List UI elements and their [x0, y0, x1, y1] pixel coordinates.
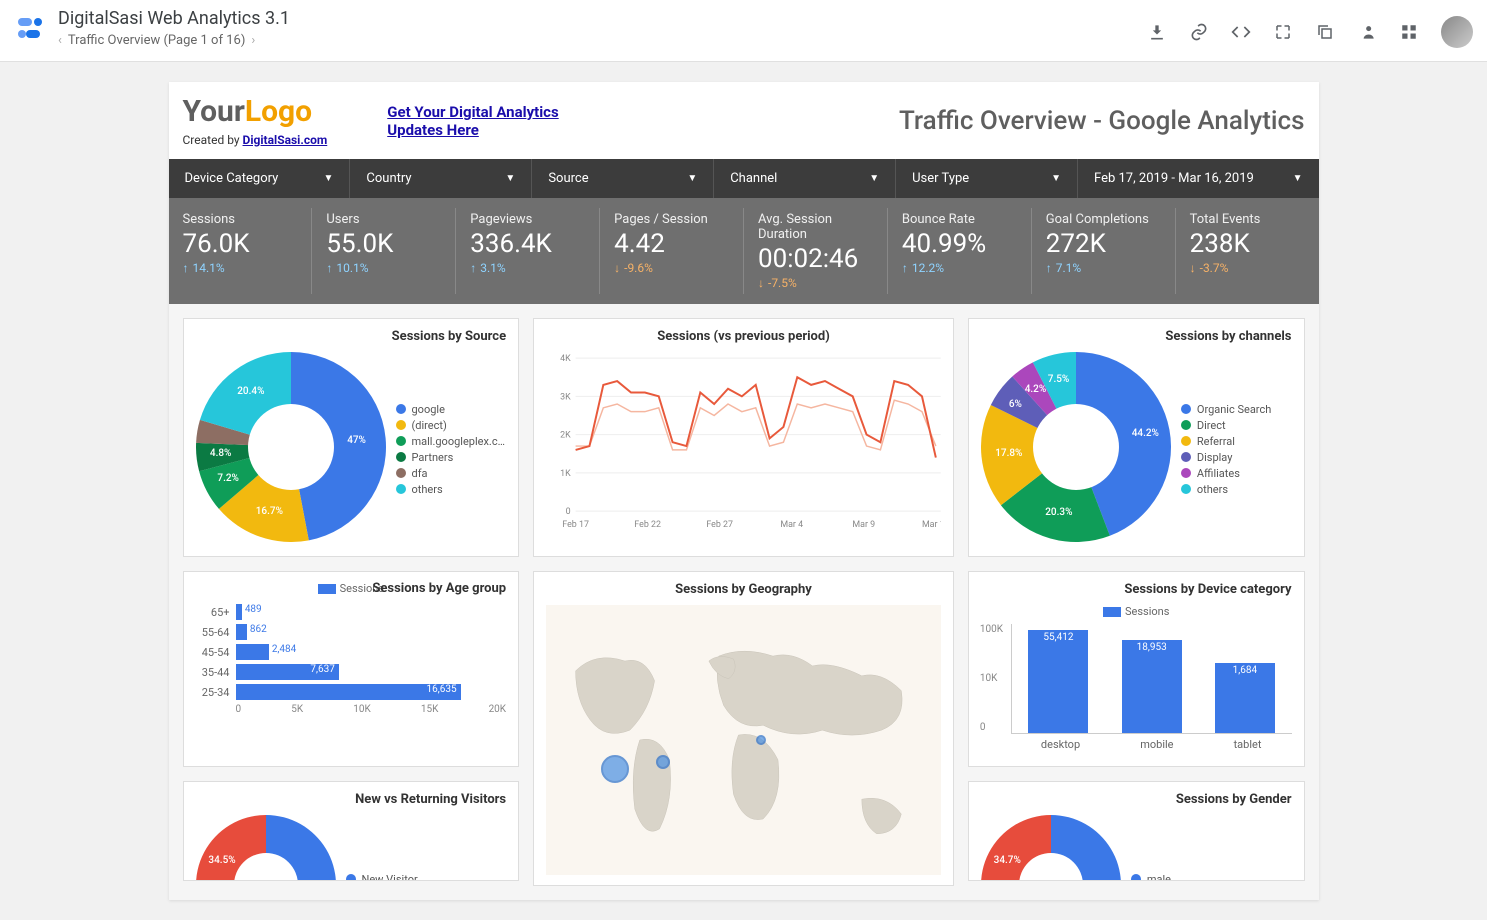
chevron-down-icon: ▼ — [505, 173, 515, 184]
kpi-bar: Sessions76.0K↑14.1%Users55.0K↑10.1%Pagev… — [169, 198, 1319, 304]
donut-channel: 44.2%20.3%17.8%6%4.2%7.5% — [981, 352, 1171, 546]
bar-chart-device: 100K10K0 55,41218,9531,684 desktopmobile… — [981, 624, 1292, 751]
card-title: Sessions by Device category — [981, 582, 1292, 597]
kpi-sessions: Sessions76.0K↑14.1% — [169, 208, 313, 294]
chevron-down-icon: ▼ — [1293, 173, 1303, 184]
report-canvas: YourLogo Created by DigitalSasi.com Get … — [169, 82, 1319, 900]
donut-gender: 65.3%34.7% — [981, 815, 1121, 881]
card-sessions-gender: Sessions by Gender 65.3%34.7% malefemale — [968, 781, 1305, 881]
breadcrumb-text[interactable]: Traffic Overview (Page 1 of 16) — [68, 33, 245, 48]
svg-text:1K: 1K — [560, 469, 571, 479]
created-by: Created by DigitalSasi.com — [183, 133, 328, 147]
download-icon[interactable] — [1147, 22, 1167, 42]
next-page-icon[interactable]: › — [251, 33, 255, 48]
donut-new-returning: 65.5%34.5% — [196, 815, 336, 881]
filter-usertype[interactable]: User Type▼ — [896, 159, 1078, 198]
link-icon[interactable] — [1189, 22, 1209, 42]
kpi-total-events: Total Events238K↓-3.7% — [1176, 208, 1319, 294]
svg-text:Mar 9: Mar 9 — [853, 520, 876, 530]
toolbar — [1147, 16, 1473, 48]
bar-chart-age: 65+48955-6486245-542,48435-447,63725-341… — [196, 604, 507, 715]
chevron-down-icon: ▼ — [1051, 173, 1061, 184]
svg-text:3K: 3K — [560, 392, 571, 402]
brand-logo: YourLogo — [183, 94, 328, 129]
card-sessions-source: Sessions by Source 47%16.7%7.2%4.8%20.4%… — [183, 318, 520, 557]
chevron-down-icon: ▼ — [869, 173, 879, 184]
filter-device[interactable]: Device Category▼ — [169, 159, 351, 198]
kpi-goal-completions: Goal Completions272K↑7.1% — [1032, 208, 1176, 294]
chevron-down-icon: ▼ — [687, 173, 697, 184]
card-sessions-age: Sessions Sessions by Age group 65+48955-… — [183, 571, 520, 767]
embed-icon[interactable] — [1231, 22, 1251, 42]
kpi-avg-session-duration: Avg. Session Duration00:02:46↓-7.5% — [744, 208, 888, 294]
legend-new-returning: New VisitorReturning Visitor — [346, 870, 443, 882]
datastudio-logo-icon — [14, 12, 46, 44]
app-title: DigitalSasi Web Analytics 3.1 — [58, 8, 1147, 29]
svg-text:2K: 2K — [560, 431, 571, 441]
legend-channel: Organic SearchDirectReferralDisplayAffil… — [1181, 400, 1271, 499]
legend-source: google(direct)mall.googleplex.c…Partners… — [396, 400, 505, 499]
card-new-returning: New vs Returning Visitors 65.5%34.5% New… — [183, 781, 520, 881]
card-title: Sessions by channels — [981, 329, 1292, 344]
copy-icon[interactable] — [1315, 22, 1335, 42]
card-sessions-channel: Sessions by channels 44.2%20.3%17.8%6%4.… — [968, 318, 1305, 557]
svg-text:Feb 22: Feb 22 — [634, 520, 661, 530]
kpi-pages-session: Pages / Session4.42↓-9.6% — [600, 208, 744, 294]
svg-text:4K: 4K — [560, 354, 571, 364]
svg-text:Feb 27: Feb 27 — [706, 520, 733, 530]
filter-country[interactable]: Country▼ — [350, 159, 532, 198]
chevron-down-icon: ▼ — [324, 173, 334, 184]
card-title: Sessions by Gender — [981, 792, 1292, 807]
breadcrumb: ‹ Traffic Overview (Page 1 of 16) › — [58, 33, 1147, 48]
legend-device: Sessions — [981, 605, 1292, 618]
card-sessions-device: Sessions by Device category Sessions 100… — [968, 571, 1305, 767]
created-by-link[interactable]: DigitalSasi.com — [243, 133, 328, 147]
page-title: Traffic Overview - Google Analytics — [899, 106, 1305, 136]
card-title: Sessions by Source — [196, 329, 507, 344]
legend-gender: malefemale — [1131, 870, 1181, 882]
apps-grid-icon[interactable] — [1399, 22, 1419, 42]
user-avatar[interactable] — [1441, 16, 1473, 48]
card-sessions-geo: Sessions by Geography — [533, 571, 954, 886]
share-person-icon[interactable] — [1357, 22, 1377, 42]
filter-daterange[interactable]: Feb 17, 2019 - Mar 16, 2019▼ — [1078, 159, 1318, 198]
line-chart: 0 1K 2K 3K 4K Feb 17 Feb 22 Feb 27 Mar 4 Mar 9 Mar… — [546, 352, 941, 536]
svg-text:0: 0 — [566, 507, 571, 517]
card-title: Sessions (vs previous period) — [546, 329, 941, 344]
filter-channel[interactable]: Channel▼ — [714, 159, 896, 198]
card-sessions-time: Sessions (vs previous period) 0 1K 2K 3K 4K F… — [533, 318, 954, 557]
fullscreen-icon[interactable] — [1273, 22, 1293, 42]
geo-bubble — [601, 755, 629, 783]
kpi-bounce-rate: Bounce Rate40.99%↑12.2% — [888, 208, 1032, 294]
card-title: New vs Returning Visitors — [196, 792, 507, 807]
world-map[interactable] — [546, 605, 941, 875]
kpi-pageviews: Pageviews336.4K↑3.1% — [456, 208, 600, 294]
filter-source[interactable]: Source▼ — [532, 159, 714, 198]
geo-bubble — [656, 755, 670, 769]
filter-bar: Device Category▼ Country▼ Source▼ Channe… — [169, 159, 1319, 198]
kpi-users: Users55.0K↑10.1% — [312, 208, 456, 294]
app-header: DigitalSasi Web Analytics 3.1 ‹ Traffic … — [0, 0, 1487, 62]
donut-source: 47%16.7%7.2%4.8%20.4% — [196, 352, 386, 546]
prev-page-icon[interactable]: ‹ — [58, 33, 62, 48]
card-title: Sessions by Geography — [546, 582, 941, 597]
updates-link[interactable]: Get Your Digital AnalyticsUpdates Here — [387, 103, 558, 139]
svg-text:Mar 14: Mar 14 — [922, 520, 941, 530]
report-header: YourLogo Created by DigitalSasi.com Get … — [169, 82, 1319, 159]
svg-text:Mar 4: Mar 4 — [780, 520, 803, 530]
chart-grid: Sessions by Source 47%16.7%7.2%4.8%20.4%… — [169, 304, 1319, 900]
svg-text:Feb 17: Feb 17 — [562, 520, 589, 530]
